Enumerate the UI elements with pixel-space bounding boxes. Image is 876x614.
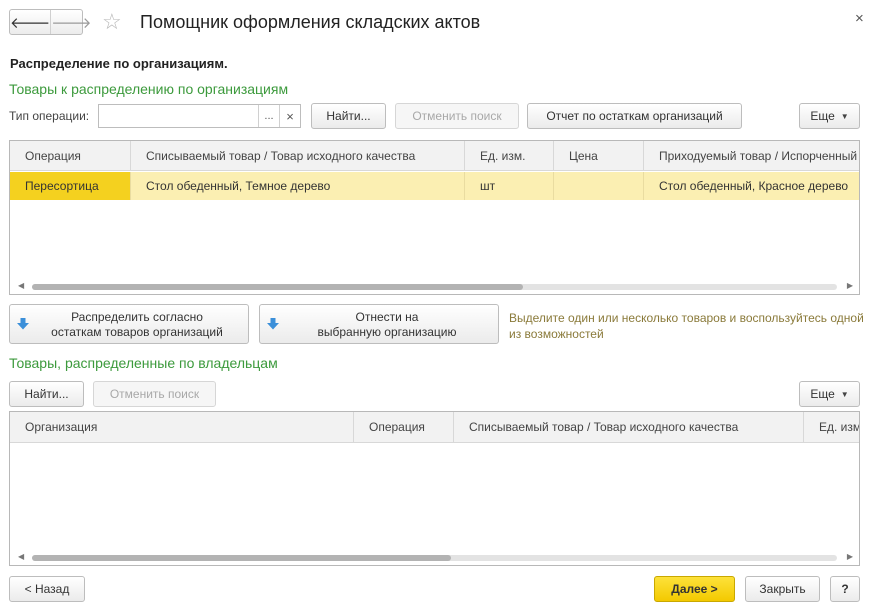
find-button[interactable]: Найти... [311, 103, 386, 129]
back-button[interactable]: < Назад [9, 576, 85, 602]
scroll-thumb[interactable] [32, 284, 524, 290]
assign-label-line2: выбранную организацию [317, 325, 457, 339]
distributed-goods-table: Организация Операция Списываемый товар /… [9, 411, 860, 566]
back-arrow-icon[interactable]: 🡐 [10, 10, 50, 34]
distribute-button-label: Распределить согласно остаткам товаров о… [32, 310, 242, 340]
arrow-down-icon [267, 318, 279, 330]
dropdown-arrow-icon: ▼ [840, 389, 849, 399]
assign-label-line1: Отнести на [355, 310, 419, 324]
column-header[interactable]: Организация [10, 412, 354, 443]
select-ellipsis-button[interactable]: ... [258, 105, 279, 127]
more-label: Еще [810, 109, 835, 123]
org-balance-report-button[interactable]: Отчет по остаткам организаций [527, 103, 742, 129]
scroll-track[interactable] [32, 284, 837, 290]
scroll-right-icon[interactable]: ▶ [847, 281, 853, 290]
more-button[interactable]: Еще ▼ [799, 103, 860, 129]
selection-hint: Выделите один или несколько товаров и во… [509, 311, 864, 341]
column-header[interactable]: Ед. изм. [465, 141, 554, 171]
horizontal-scrollbar[interactable]: ◀ ▶ [10, 280, 859, 294]
column-header[interactable]: Операция [354, 412, 454, 443]
navigation-buttons: 🡐 🡒 [9, 9, 91, 35]
next-button[interactable]: Далее > [654, 576, 735, 602]
forward-arrow-icon[interactable]: 🡒 [50, 10, 91, 34]
operation-type-label: Тип операции: [9, 109, 90, 123]
scroll-left-icon[interactable]: ◀ [18, 552, 24, 561]
scroll-track[interactable] [32, 555, 837, 561]
assign-button-label: Отнести на выбранную организацию [282, 310, 492, 340]
clear-icon[interactable]: × [279, 105, 300, 127]
distribute-label-line1: Распределить согласно [71, 310, 203, 324]
cell-received-goods[interactable]: Стол обеденный, Красное дерево [644, 172, 859, 200]
distribute-by-org-balance-button[interactable]: Распределить согласно остаткам товаров о… [9, 304, 249, 344]
cell-price[interactable] [554, 172, 644, 200]
section-heading: Распределение по организациям. [10, 56, 228, 71]
scroll-left-icon[interactable]: ◀ [18, 281, 24, 290]
column-header[interactable]: Операция [10, 141, 131, 171]
window-title: Помощник оформления складских актов [140, 12, 481, 32]
table-row[interactable]: Пересортица Стол обеденный, Темное дерев… [10, 172, 859, 200]
close-icon[interactable]: × [855, 10, 864, 27]
goods-to-distribute-title: Товары к распределению по организациям [9, 81, 289, 97]
dropdown-arrow-icon: ▼ [840, 111, 849, 121]
distributed-goods-title: Товары, распределенные по владельцам [9, 355, 278, 371]
cancel-search-button[interactable]: Отменить поиск [395, 103, 519, 129]
horizontal-scrollbar[interactable]: ◀ ▶ [10, 551, 859, 565]
column-header[interactable]: Списываемый товар / Товар исходного каче… [131, 141, 465, 171]
operation-type-field[interactable]: ... × [98, 104, 301, 128]
cell-written-off-goods[interactable]: Стол обеденный, Темное дерево [131, 172, 465, 200]
column-header[interactable]: Цена [554, 141, 644, 171]
column-header[interactable]: Приходуемый товар / Испорченный товар [644, 141, 859, 171]
table-header: Операция Списываемый товар / Товар исход… [10, 141, 859, 171]
assign-to-selected-org-button[interactable]: Отнести на выбранную организацию [259, 304, 499, 344]
scroll-right-icon[interactable]: ▶ [847, 552, 853, 561]
scroll-thumb[interactable] [32, 555, 451, 561]
distribute-label-line2: остаткам товаров организаций [51, 325, 223, 339]
column-header[interactable]: Ед. изм. [804, 412, 859, 443]
goods-table: Операция Списываемый товар / Товар исход… [9, 140, 860, 295]
table-header: Организация Операция Списываемый товар /… [10, 412, 859, 443]
cancel-search-button[interactable]: Отменить поиск [93, 381, 216, 407]
help-button[interactable]: ? [830, 576, 860, 602]
find-button[interactable]: Найти... [9, 381, 84, 407]
more-label: Еще [810, 387, 835, 401]
favorite-star-icon[interactable]: ☆ [102, 10, 122, 34]
column-header[interactable]: Списываемый товар / Товар исходного каче… [454, 412, 804, 443]
cell-operation[interactable]: Пересортица [10, 172, 131, 200]
arrow-down-icon [17, 318, 29, 330]
more-button[interactable]: Еще ▼ [799, 381, 860, 407]
close-button[interactable]: Закрыть [745, 576, 820, 602]
cell-unit[interactable]: шт [465, 172, 554, 200]
